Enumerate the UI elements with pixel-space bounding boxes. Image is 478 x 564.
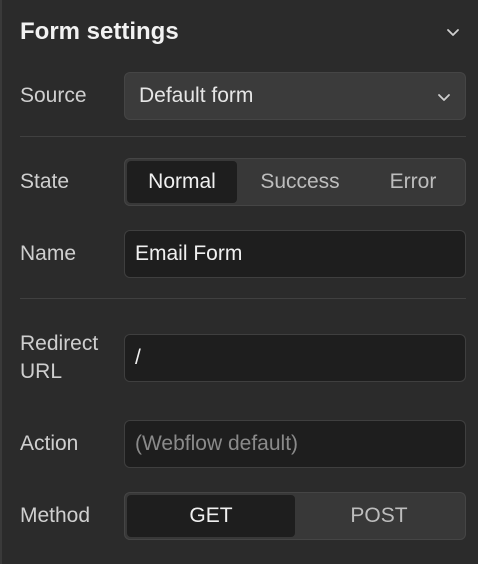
panel-header[interactable]: Form settings <box>20 14 464 50</box>
state-option-normal[interactable]: Normal <box>127 161 237 203</box>
action-row: Action <box>20 420 466 468</box>
redirect-url-input[interactable] <box>135 346 455 370</box>
action-input[interactable] <box>135 432 455 456</box>
action-label: Action <box>20 432 79 455</box>
redirect-input-wrapper <box>124 334 466 382</box>
name-input[interactable] <box>135 242 455 266</box>
state-row: State Normal Success Error <box>20 158 466 206</box>
state-option-error[interactable]: Error <box>363 161 463 203</box>
name-row: Name <box>20 230 466 278</box>
divider <box>20 298 466 299</box>
chevron-down-icon[interactable] <box>442 21 464 43</box>
panel-title: Form settings <box>20 18 179 45</box>
state-segmented-control: Normal Success Error <box>124 158 466 206</box>
redirect-label-line1: Redirect <box>20 332 99 355</box>
source-value: Default form <box>139 84 254 107</box>
method-segmented-control: GET POST <box>124 492 466 540</box>
method-label: Method <box>20 504 91 527</box>
name-input-wrapper <box>124 230 466 278</box>
state-option-success[interactable]: Success <box>237 161 363 203</box>
redirect-label-line2: URL <box>20 360 63 383</box>
method-option-post[interactable]: POST <box>295 495 463 537</box>
chevron-down-icon <box>437 84 451 108</box>
method-option-get[interactable]: GET <box>127 495 295 537</box>
state-label: State <box>20 170 70 193</box>
redirect-label: Redirect URL <box>20 330 124 386</box>
form-settings-panel: Form settings Source Default form State … <box>0 0 478 564</box>
source-select[interactable]: Default form <box>124 72 466 120</box>
method-row: Method GET POST <box>20 492 466 540</box>
action-input-wrapper <box>124 420 466 468</box>
divider <box>20 136 466 137</box>
source-row: Source Default form <box>20 72 466 120</box>
redirect-row: Redirect URL <box>20 330 466 386</box>
source-label: Source <box>20 84 87 107</box>
name-label: Name <box>20 242 77 265</box>
